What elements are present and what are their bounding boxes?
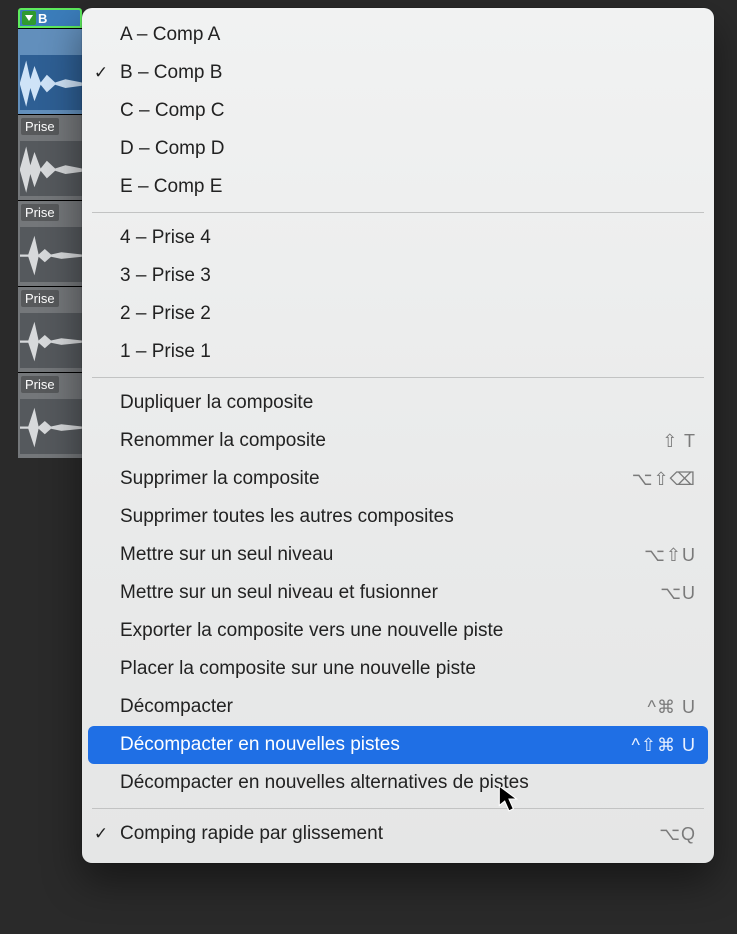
menu-item[interactable]: Dupliquer la composite <box>82 384 714 422</box>
menu-item-shortcut: ^⇧⌘ U <box>631 735 696 756</box>
menu-item-label: D – Comp D <box>120 138 696 160</box>
menu-item-shortcut: ⌥Q <box>659 824 696 845</box>
menu-item[interactable]: Mettre sur un seul niveau ⌥⇧U <box>82 536 714 574</box>
menu-separator <box>92 212 704 213</box>
menu-item[interactable]: Décompacter ^⌘ U <box>82 688 714 726</box>
menu-item[interactable]: Mettre sur un seul niveau et fusionner ⌥U <box>82 574 714 612</box>
menu-item-label: 1 – Prise 1 <box>120 341 696 363</box>
take-folder-menu[interactable]: A – Comp A✓B – Comp BC – Comp CD – Comp … <box>82 8 714 863</box>
take-folder-label: B <box>38 11 47 26</box>
menu-item-shortcut: ⇧ T <box>662 431 696 452</box>
menu-item[interactable]: C – Comp C <box>82 92 714 130</box>
lane-label: Prise <box>21 204 59 221</box>
take-lane[interactable] <box>18 28 82 114</box>
menu-item-label: Supprimer la composite <box>120 468 620 490</box>
menu-item[interactable]: A – Comp A <box>82 16 714 54</box>
menu-item-label: Décompacter <box>120 696 636 718</box>
menu-item-shortcut: ⌥⇧U <box>644 545 696 566</box>
menu-item-label: 2 – Prise 2 <box>120 303 696 325</box>
menu-item[interactable]: Renommer la composite ⇧ T <box>82 422 714 460</box>
menu-separator <box>92 377 704 378</box>
menu-item-label: E – Comp E <box>120 176 696 198</box>
checkmark-icon: ✓ <box>82 824 120 844</box>
take-lane[interactable]: Prise <box>18 114 82 200</box>
checkmark-icon: ✓ <box>82 63 120 83</box>
menu-item[interactable]: ✓B – Comp B <box>82 54 714 92</box>
menu-item-label: Comping rapide par glissement <box>120 823 647 845</box>
menu-item-label: Renommer la composite <box>120 430 650 452</box>
menu-item-label: Mettre sur un seul niveau <box>120 544 632 566</box>
menu-item-label: Décompacter en nouvelles alternatives de… <box>120 772 696 794</box>
menu-item[interactable]: D – Comp D <box>82 130 714 168</box>
menu-item-shortcut: ⌥⇧⌫ <box>632 469 696 490</box>
menu-separator <box>92 808 704 809</box>
menu-item[interactable]: 1 – Prise 1 <box>82 333 714 371</box>
menu-item-label: 3 – Prise 3 <box>120 265 696 287</box>
menu-item[interactable]: Placer la composite sur une nouvelle pis… <box>82 650 714 688</box>
waveform-icon <box>20 55 82 110</box>
menu-item-label: Décompacter en nouvelles pistes <box>120 734 619 756</box>
menu-item[interactable]: 4 – Prise 4 <box>82 219 714 257</box>
menu-item-label: C – Comp C <box>120 100 696 122</box>
menu-item[interactable]: ✓Comping rapide par glissement ⌥Q <box>82 815 714 853</box>
waveform-icon <box>20 227 82 282</box>
menu-item-label: 4 – Prise 4 <box>120 227 696 249</box>
take-lane[interactable]: Prise <box>18 372 82 458</box>
menu-item-label: Mettre sur un seul niveau et fusionner <box>120 582 648 604</box>
menu-item[interactable]: 3 – Prise 3 <box>82 257 714 295</box>
menu-item[interactable]: Supprimer toutes les autres composites <box>82 498 714 536</box>
take-lane[interactable]: Prise <box>18 286 82 372</box>
disclosure-triangle-icon[interactable] <box>22 11 36 25</box>
menu-item-label: A – Comp A <box>120 24 696 46</box>
waveform-icon <box>20 313 82 368</box>
take-folder-header[interactable]: B <box>18 8 82 28</box>
menu-item-label: Supprimer toutes les autres composites <box>120 506 696 528</box>
menu-item[interactable]: 2 – Prise 2 <box>82 295 714 333</box>
menu-item-label: B – Comp B <box>120 62 696 84</box>
waveform-icon <box>20 141 82 196</box>
lane-label: Prise <box>21 118 59 135</box>
lane-label: Prise <box>21 290 59 307</box>
menu-item[interactable]: Décompacter en nouvelles alternatives de… <box>82 764 714 802</box>
lane-label: Prise <box>21 376 59 393</box>
menu-item-label: Dupliquer la composite <box>120 392 696 414</box>
menu-item[interactable]: E – Comp E <box>82 168 714 206</box>
menu-item-shortcut: ⌥U <box>660 583 696 604</box>
take-lane[interactable]: Prise <box>18 200 82 286</box>
menu-item-label: Exporter la composite vers une nouvelle … <box>120 620 696 642</box>
menu-item[interactable]: Décompacter en nouvelles pistes ^⇧⌘ U <box>88 726 708 764</box>
track-column: B Prise Prise Prise P <box>18 8 82 458</box>
waveform-icon <box>20 399 82 454</box>
menu-item[interactable]: Exporter la composite vers une nouvelle … <box>82 612 714 650</box>
menu-item[interactable]: Supprimer la composite ⌥⇧⌫ <box>82 460 714 498</box>
menu-item-label: Placer la composite sur une nouvelle pis… <box>120 658 696 680</box>
menu-item-shortcut: ^⌘ U <box>648 697 696 718</box>
